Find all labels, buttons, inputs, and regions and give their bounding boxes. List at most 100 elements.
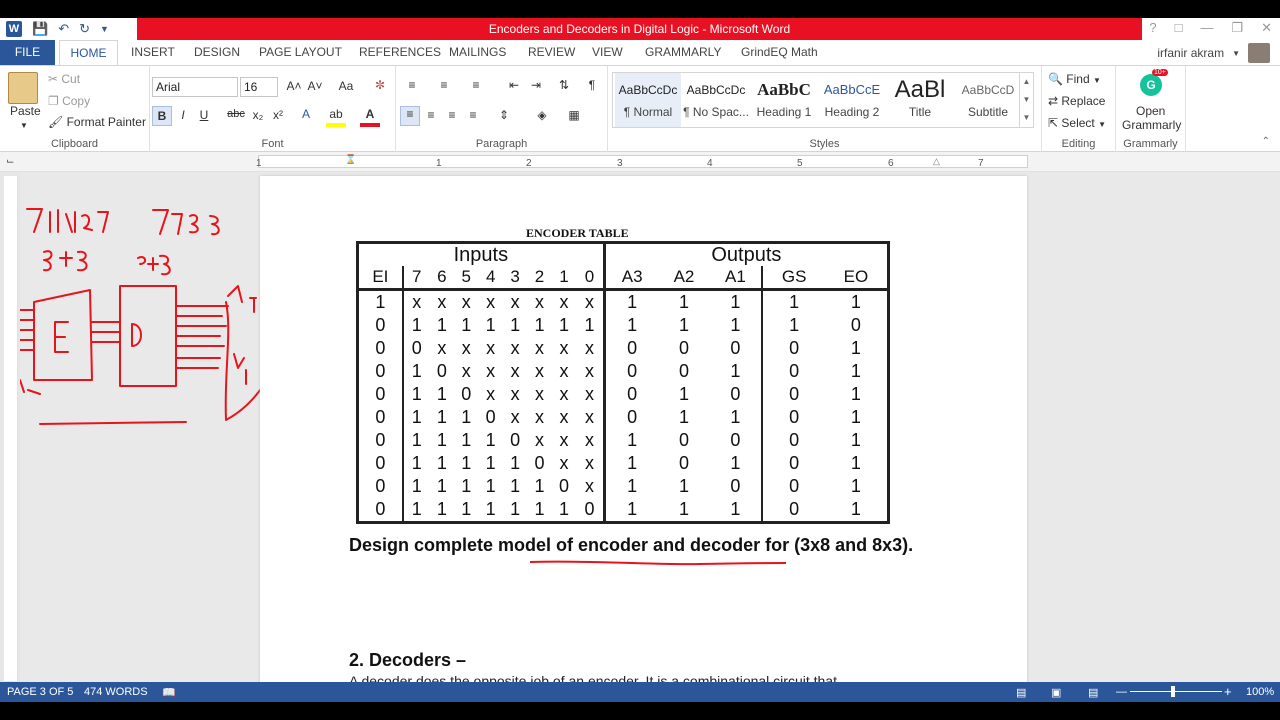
tab-grindeq-math[interactable]: GrindEQ Math	[741, 40, 818, 65]
table-cell: x	[535, 292, 545, 312]
text-effects-icon[interactable]: A	[296, 107, 316, 121]
justify-icon[interactable]: ≡	[463, 108, 483, 122]
collapse-ribbon-icon[interactable]: ⌃	[1262, 136, 1270, 147]
tab-selector-icon[interactable]: ⌙	[6, 156, 14, 167]
highlight-icon[interactable]: ab	[326, 107, 346, 127]
minimize-icon[interactable]: —	[1200, 20, 1213, 36]
table-body: 1xxxxxxxx111110111111111111000xxxxxxx000…	[358, 289, 889, 523]
font-name-box[interactable]: Arial	[152, 77, 238, 97]
font-size-box[interactable]: 16	[240, 77, 278, 97]
numbering-icon[interactable]: ≡	[434, 78, 454, 92]
format-painter-button[interactable]: 🖌 Format Painter	[48, 115, 146, 129]
tab-references[interactable]: REFERENCES	[359, 40, 441, 65]
paste-button[interactable]: Paste	[10, 104, 41, 118]
tab-file[interactable]: FILE	[0, 40, 55, 65]
tab-design[interactable]: DESIGN	[194, 40, 240, 65]
align-right-icon[interactable]: ≡	[442, 108, 462, 122]
table-cell: 1	[510, 315, 521, 335]
tab-review[interactable]: REVIEW	[528, 40, 575, 65]
strikethrough-button[interactable]: abc	[224, 108, 248, 120]
table-row: 01111110x11001	[358, 475, 889, 498]
user-account[interactable]: irfanir akram ▼	[1157, 43, 1270, 63]
tab-page-layout[interactable]: PAGE LAYOUT	[259, 40, 342, 65]
read-mode-icon[interactable]: ▤	[1016, 686, 1026, 699]
sort-icon[interactable]: ⇅	[554, 78, 574, 92]
shrink-font-icon[interactable]: A˅	[305, 79, 325, 93]
select-button[interactable]: ⇱ Select ▼	[1048, 116, 1106, 130]
borders-icon[interactable]: ▦	[564, 108, 584, 122]
subscript-button[interactable]: x₂	[248, 108, 268, 122]
web-layout-icon[interactable]: ▤	[1088, 686, 1098, 699]
grammarly-icon[interactable]: G	[1140, 74, 1162, 96]
clear-formatting-icon[interactable]: ✼	[370, 78, 390, 92]
style-normal[interactable]: AaBbCcDc ¶ Normal	[615, 73, 681, 127]
table-cell: 0	[602, 360, 659, 383]
open-grammarly-button[interactable]: Open	[1136, 104, 1165, 118]
paste-icon[interactable]	[8, 72, 38, 104]
redo-icon[interactable]: ↻	[79, 21, 90, 37]
table-cell: 0	[761, 498, 825, 523]
zoom-slider[interactable]	[1130, 691, 1222, 692]
style-heading-2[interactable]: AaBbCcE Heading 2	[819, 73, 885, 127]
zoom-out-icon[interactable]: —	[1116, 686, 1127, 698]
decrease-indent-icon[interactable]: ⇤	[504, 78, 524, 92]
bullets-icon[interactable]: ≡	[402, 78, 422, 92]
print-layout-icon[interactable]: ▣	[1051, 686, 1061, 699]
tab-insert[interactable]: INSERT	[131, 40, 175, 65]
multilevel-list-icon[interactable]: ≡	[466, 78, 486, 92]
underline-button[interactable]: U	[194, 108, 214, 122]
zoom-slider-thumb[interactable]	[1171, 686, 1175, 697]
line-spacing-icon[interactable]: ⇕	[494, 108, 514, 122]
window-title: Encoders and Decoders in Digital Logic -…	[137, 18, 1142, 40]
word-count[interactable]: 474 WORDS	[84, 686, 148, 698]
paste-dropdown-icon[interactable]: ▼	[20, 121, 28, 130]
superscript-button[interactable]: x²	[268, 108, 288, 122]
page-indicator[interactable]: PAGE 3 OF 5	[7, 686, 73, 698]
italic-button[interactable]: I	[173, 108, 193, 122]
style-heading-1[interactable]: AaBbC Heading 1	[751, 73, 817, 127]
avatar[interactable]	[1248, 43, 1270, 63]
proofing-icon[interactable]: 📖	[162, 686, 176, 699]
ruler-number: 6	[888, 158, 894, 169]
restore-icon[interactable]: ❐	[1231, 20, 1243, 36]
right-indent-marker-icon[interactable]: △	[933, 156, 940, 167]
close-icon[interactable]: ✕	[1261, 20, 1272, 36]
help-icon[interactable]: ?	[1149, 20, 1156, 36]
style-subtitle[interactable]: AaBbCcD Subtitle	[955, 73, 1021, 127]
column-header: A1	[709, 266, 763, 291]
font-color-icon[interactable]: A	[360, 107, 380, 127]
style-no-spacing[interactable]: AaBbCcDc ¶ No Spac...	[683, 73, 749, 127]
grow-font-icon[interactable]: A˄	[284, 79, 304, 93]
styles-scroll[interactable]: ▲ ▼ ▼	[1019, 73, 1033, 127]
change-case-button[interactable]: Aa	[332, 79, 360, 93]
zoom-level[interactable]: 100%	[1246, 686, 1274, 698]
shading-icon[interactable]: ◈	[532, 108, 552, 122]
bold-button[interactable]: B	[152, 106, 172, 126]
tab-home[interactable]: HOME	[59, 40, 118, 65]
ink-stroke	[233, 353, 247, 385]
copy-button[interactable]: ❐ Copy	[48, 94, 90, 108]
table-cell: 0	[485, 407, 496, 427]
align-left-icon[interactable]: ≡	[400, 106, 420, 126]
tab-mailings[interactable]: MAILINGS	[449, 40, 506, 65]
show-marks-icon[interactable]: ¶	[582, 78, 602, 92]
column-header: 0	[576, 266, 605, 291]
save-icon[interactable]: 💾	[32, 21, 48, 37]
cut-button[interactable]: ✂ Cut	[48, 72, 80, 86]
increase-indent-icon[interactable]: ⇥	[526, 78, 546, 92]
tab-grammarly[interactable]: GRAMMARLY	[645, 40, 721, 65]
replace-button[interactable]: ⇄ Replace	[1048, 94, 1105, 108]
style-title[interactable]: AaBl Title	[887, 73, 953, 127]
align-center-icon[interactable]: ≡	[421, 108, 441, 122]
ink-stroke	[43, 250, 88, 272]
ribbon-options-icon[interactable]: □	[1175, 20, 1183, 36]
customize-qat-icon[interactable]: ▼	[100, 24, 109, 34]
zoom-in-icon[interactable]: +	[1224, 684, 1232, 699]
table-cell: x	[584, 407, 594, 427]
undo-icon[interactable]: ↶	[58, 21, 69, 37]
document-page[interactable]: ENCODER TABLE Inputs Outputs EI 7 6 5 4 3 2 1 0 A…	[260, 176, 1027, 682]
tab-view[interactable]: VIEW	[592, 40, 623, 65]
indent-marker-icon[interactable]: ⌛	[345, 154, 356, 165]
grammarly-name[interactable]: Grammarly	[1122, 118, 1181, 132]
find-button[interactable]: 🔍 Find ▼	[1048, 72, 1101, 86]
